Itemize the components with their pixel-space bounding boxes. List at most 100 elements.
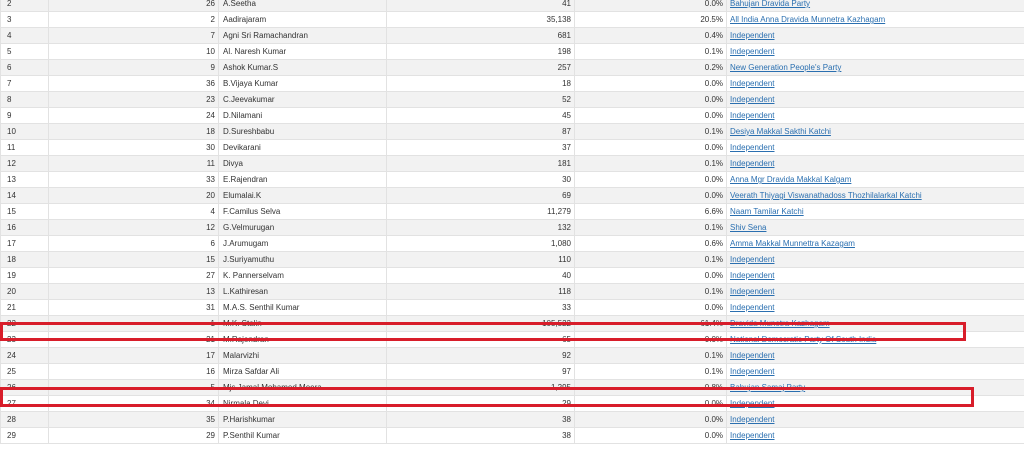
candidate-name-cell: Devikarani <box>218 139 387 156</box>
votes-cell: 38 <box>386 427 575 444</box>
candidate-name-cell: Ashok Kumar.S <box>218 59 387 76</box>
serial-cell: 26 <box>48 0 219 12</box>
serial-cell: 11 <box>48 155 219 172</box>
serial-cell: 24 <box>48 107 219 124</box>
party-link[interactable]: Independent <box>730 255 775 264</box>
party-link[interactable]: Veerath Thiyagi Viswanathadoss Thozhilal… <box>730 191 922 200</box>
votes-cell: 30 <box>386 171 575 188</box>
serial-cell: 15 <box>48 251 219 268</box>
party-link[interactable]: Independent <box>730 111 775 120</box>
party-link[interactable]: Independent <box>730 431 775 440</box>
party-cell: Independent <box>726 283 1024 300</box>
vote-share-cell: 0.0% <box>574 107 727 124</box>
table-row: 8 23 C.Jeevakumar 52 0.0% Independent <box>0 91 1024 108</box>
party-link[interactable]: Independent <box>730 31 775 40</box>
party-link[interactable]: All India Anna Dravida Munnetra Kazhagam <box>730 15 885 24</box>
party-cell: Veerath Thiyagi Viswanathadoss Thozhilal… <box>726 187 1024 204</box>
rank-cell: 16 <box>0 219 49 236</box>
party-link[interactable]: Independent <box>730 351 775 360</box>
serial-cell: 34 <box>48 395 219 412</box>
vote-share-cell: 20.5% <box>574 11 727 28</box>
party-link[interactable]: Independent <box>730 303 775 312</box>
party-link[interactable]: Bahujan Dravida Party <box>730 0 810 8</box>
party-cell: Independent <box>726 299 1024 316</box>
party-link[interactable]: Independent <box>730 287 775 296</box>
party-link[interactable]: Independent <box>730 367 775 376</box>
serial-cell: 5 <box>48 379 219 396</box>
vote-share-cell: 0.1% <box>574 363 727 380</box>
table-row: 10 18 D.Sureshbabu 87 0.1% Desiya Makkal Sakt… <box>0 123 1024 140</box>
rank-cell: 13 <box>0 171 49 188</box>
vote-share-cell: 0.0% <box>574 427 727 444</box>
party-link[interactable]: Independent <box>730 143 775 152</box>
votes-cell: 105,522 <box>386 315 575 332</box>
votes-cell: 45 <box>386 107 575 124</box>
serial-cell: 1 <box>48 315 219 332</box>
party-link[interactable]: Independent <box>730 415 775 424</box>
rank-cell: 5 <box>0 43 49 60</box>
table-row: 7 36 B.Vijaya Kumar 18 0.0% Independent <box>0 75 1024 92</box>
votes-cell: 1,295 <box>386 379 575 396</box>
party-link[interactable]: Naam Tamilar Katchi <box>730 207 804 216</box>
results-table-body: 2 26 A.Seetha 41 0.0% Bahujan Dravida Party 3 2… <box>0 0 1024 444</box>
candidate-name-cell: L.Kathiresan <box>218 283 387 300</box>
serial-cell: 2 <box>48 11 219 28</box>
table-row: 16 12 G.Velmurugan 132 0.1% Shiv Sena <box>0 219 1024 236</box>
rank-cell: 2 <box>0 0 49 12</box>
rank-cell: 10 <box>0 123 49 140</box>
party-link[interactable]: Independent <box>730 95 775 104</box>
serial-cell: 18 <box>48 123 219 140</box>
votes-cell: 198 <box>386 43 575 60</box>
votes-cell: 110 <box>386 251 575 268</box>
candidate-name-cell: M.K. Stalin <box>218 315 387 332</box>
votes-cell: 92 <box>386 347 575 364</box>
party-link[interactable]: Amma Makkal Munnettra Kazagam <box>730 239 855 248</box>
table-row: 28 35 P.Harishkumar 38 0.0% Independent <box>0 411 1024 428</box>
votes-cell: 257 <box>386 59 575 76</box>
party-cell: Independent <box>726 395 1024 412</box>
party-link[interactable]: New Generation People's Party <box>730 63 841 72</box>
rank-cell: 25 <box>0 363 49 380</box>
party-cell: Bahujan Dravida Party <box>726 0 1024 12</box>
vote-share-cell: 0.0% <box>574 267 727 284</box>
serial-cell: 9 <box>48 59 219 76</box>
party-cell: Independent <box>726 107 1024 124</box>
serial-cell: 33 <box>48 171 219 188</box>
party-link[interactable]: Shiv Sena <box>730 223 766 232</box>
candidate-name-cell: C.Jeevakumar <box>218 91 387 108</box>
rank-cell: 12 <box>0 155 49 172</box>
party-link[interactable]: Independent <box>730 399 775 408</box>
party-cell: New Generation People's Party <box>726 59 1024 76</box>
party-cell: Independent <box>726 91 1024 108</box>
party-link[interactable]: Anna Mgr Dravida Makkal Kalgam <box>730 175 851 184</box>
party-link[interactable]: Independent <box>730 47 775 56</box>
party-cell: Shiv Sena <box>726 219 1024 236</box>
vote-share-cell: 0.0% <box>574 411 727 428</box>
serial-cell: 10 <box>48 43 219 60</box>
party-cell: Naam Tamilar Katchi <box>726 203 1024 220</box>
party-link[interactable]: Independent <box>730 79 775 88</box>
serial-cell: 30 <box>48 139 219 156</box>
serial-cell: 13 <box>48 283 219 300</box>
table-row: 18 15 J.Suriyamuthu 110 0.1% Independent <box>0 251 1024 268</box>
candidate-name-cell: Malarvizhi <box>218 347 387 364</box>
table-row: 26 5 Mjs.Jamal Mohamed Meera 1,295 0.8% Bahuj… <box>0 379 1024 396</box>
vote-share-cell: 0.0% <box>574 91 727 108</box>
serial-cell: 29 <box>48 427 219 444</box>
serial-cell: 21 <box>48 331 219 348</box>
party-link[interactable]: Independent <box>730 159 775 168</box>
vote-share-cell: 0.0% <box>574 187 727 204</box>
party-link[interactable]: Bahujan Samaj Party <box>730 383 805 392</box>
table-row: 2 26 A.Seetha 41 0.0% Bahujan Dravida Party <box>0 0 1024 12</box>
rank-cell: 14 <box>0 187 49 204</box>
party-link[interactable]: National Democratic Party Of South India <box>730 335 876 344</box>
candidate-name-cell: F.Camilus Selva <box>218 203 387 220</box>
party-cell: Independent <box>726 27 1024 44</box>
rank-cell: 4 <box>0 27 49 44</box>
table-row: 4 7 Agni Sri Ramachandran 681 0.4% Independen… <box>0 27 1024 44</box>
votes-cell: 65 <box>386 331 575 348</box>
party-link[interactable]: Dravida Munetra Kazhagam <box>730 319 830 328</box>
party-link[interactable]: Desiya Makkal Sakthi Katchi <box>730 127 831 136</box>
serial-cell: 31 <box>48 299 219 316</box>
party-link[interactable]: Independent <box>730 271 775 280</box>
